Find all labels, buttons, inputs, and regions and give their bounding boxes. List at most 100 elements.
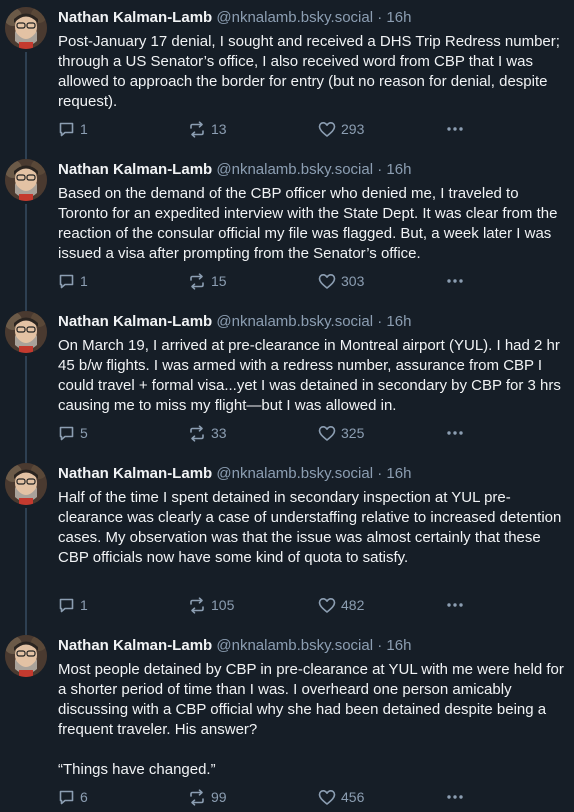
reply-count: 1: [80, 273, 88, 289]
like-button[interactable]: 325: [318, 423, 364, 443]
author-handle[interactable]: @nknalamb.bsky.social: [216, 9, 373, 26]
avatar[interactable]: [5, 463, 47, 505]
repost-button[interactable]: 105: [188, 595, 234, 615]
post-text: Half of the time I spent detained in sec…: [58, 488, 568, 568]
more-dots-icon: [447, 279, 463, 283]
repost-arrows-icon: [190, 788, 204, 806]
post-actions: 5 33 325: [58, 423, 478, 443]
repost-button[interactable]: 13: [188, 119, 227, 139]
reply-button[interactable]: 1: [58, 271, 88, 291]
thread-line: [25, 356, 27, 456]
post-header: Nathan Kalman-Lamb @nknalamb.bsky.social…: [58, 636, 411, 656]
post[interactable]: Nathan Kalman-Lamb @nknalamb.bsky.social…: [0, 0, 574, 152]
avatar-face-icon: [5, 311, 47, 353]
post-text: Post-January 17 denial, I sought and rec…: [58, 32, 568, 112]
reply-count: 5: [80, 425, 88, 441]
heart-icon: [318, 425, 336, 441]
separator-dot: ·: [377, 637, 383, 654]
avatar[interactable]: [5, 635, 47, 677]
author-handle[interactable]: @nknalamb.bsky.social: [216, 161, 373, 178]
post-text: On March 19, I arrived at pre-clearance …: [58, 336, 568, 416]
author-name[interactable]: Nathan Kalman-Lamb: [58, 161, 212, 178]
more-dots-icon: [447, 127, 463, 131]
author-name[interactable]: Nathan Kalman-Lamb: [58, 465, 212, 482]
more-options-button[interactable]: [446, 271, 464, 291]
post-time[interactable]: 16h: [386, 465, 411, 482]
thread-line: [25, 508, 27, 628]
heart-icon: [318, 121, 336, 137]
post-time[interactable]: 16h: [386, 9, 411, 26]
post-time[interactable]: 16h: [386, 161, 411, 178]
author-handle[interactable]: @nknalamb.bsky.social: [216, 465, 373, 482]
reply-button[interactable]: 6: [58, 787, 88, 807]
post-text: Based on the demand of the CBP officer w…: [58, 184, 568, 264]
avatar[interactable]: [5, 159, 47, 201]
more-options-button[interactable]: [446, 119, 464, 139]
like-button[interactable]: 482: [318, 595, 364, 615]
avatar[interactable]: [5, 7, 47, 49]
repost-count: 15: [211, 273, 227, 289]
reply-bubble-icon: [59, 122, 74, 136]
post[interactable]: Nathan Kalman-Lamb @nknalamb.bsky.social…: [0, 456, 574, 628]
thread-line: [25, 204, 27, 304]
author-handle[interactable]: @nknalamb.bsky.social: [216, 637, 373, 654]
like-count: 456: [341, 789, 365, 805]
reply-count: 1: [80, 121, 88, 137]
repost-button[interactable]: 15: [188, 271, 227, 291]
post[interactable]: Nathan Kalman-Lamb @nknalamb.bsky.social…: [0, 304, 574, 456]
author-name[interactable]: Nathan Kalman-Lamb: [58, 9, 212, 26]
more-dots-icon: [447, 795, 463, 799]
more-options-button[interactable]: [446, 423, 464, 443]
avatar-face-icon: [5, 635, 47, 677]
post-time[interactable]: 16h: [386, 313, 411, 330]
post[interactable]: Nathan Kalman-Lamb @nknalamb.bsky.social…: [0, 152, 574, 304]
like-button[interactable]: 456: [318, 787, 364, 807]
more-options-button[interactable]: [446, 787, 464, 807]
like-count: 293: [341, 121, 365, 137]
repost-count: 33: [211, 425, 227, 441]
post-header: Nathan Kalman-Lamb @nknalamb.bsky.social…: [58, 160, 411, 180]
post-paragraph: Most people detained by CBP in pre-clear…: [58, 661, 564, 738]
repost-arrows-icon: [190, 272, 204, 290]
repost-count: 105: [211, 597, 235, 613]
reply-button[interactable]: 5: [58, 423, 88, 443]
post-time[interactable]: 16h: [386, 637, 411, 654]
avatar-face-icon: [5, 463, 47, 505]
like-button[interactable]: 293: [318, 119, 364, 139]
reply-button[interactable]: 1: [58, 119, 88, 139]
repost-arrows-icon: [190, 596, 204, 614]
author-handle[interactable]: @nknalamb.bsky.social: [216, 313, 373, 330]
like-count: 303: [341, 273, 365, 289]
repost-count: 99: [211, 789, 227, 805]
like-button[interactable]: 303: [318, 271, 364, 291]
reply-count: 1: [80, 597, 88, 613]
post[interactable]: Nathan Kalman-Lamb @nknalamb.bsky.social…: [0, 628, 574, 812]
post-paragraph: On March 19, I arrived at pre-clearance …: [58, 337, 561, 414]
post-paragraph: “Things have changed.”: [58, 761, 216, 778]
reply-count: 6: [80, 789, 88, 805]
more-dots-icon: [447, 603, 463, 607]
avatar[interactable]: [5, 311, 47, 353]
separator-dot: ·: [377, 465, 383, 482]
separator-dot: ·: [377, 161, 383, 178]
reply-button[interactable]: 1: [58, 595, 88, 615]
post-actions: 6 99 456: [58, 787, 478, 807]
repost-arrows-icon: [190, 424, 204, 442]
reply-bubble-icon: [59, 790, 74, 804]
separator-dot: ·: [377, 9, 383, 26]
author-name[interactable]: Nathan Kalman-Lamb: [58, 637, 212, 654]
post-header: Nathan Kalman-Lamb @nknalamb.bsky.social…: [58, 8, 411, 28]
post-actions: 1 15 303: [58, 271, 478, 291]
like-count: 325: [341, 425, 365, 441]
like-count: 482: [341, 597, 365, 613]
more-dots-icon: [447, 431, 463, 435]
repost-button[interactable]: 33: [188, 423, 227, 443]
post-header: Nathan Kalman-Lamb @nknalamb.bsky.social…: [58, 464, 411, 484]
author-name[interactable]: Nathan Kalman-Lamb: [58, 313, 212, 330]
separator-dot: ·: [377, 313, 383, 330]
avatar-face-icon: [5, 159, 47, 201]
more-options-button[interactable]: [446, 595, 464, 615]
post-actions: 1 105 482: [58, 595, 478, 615]
post-paragraph: Based on the demand of the CBP officer w…: [58, 185, 558, 262]
repost-button[interactable]: 99: [188, 787, 227, 807]
